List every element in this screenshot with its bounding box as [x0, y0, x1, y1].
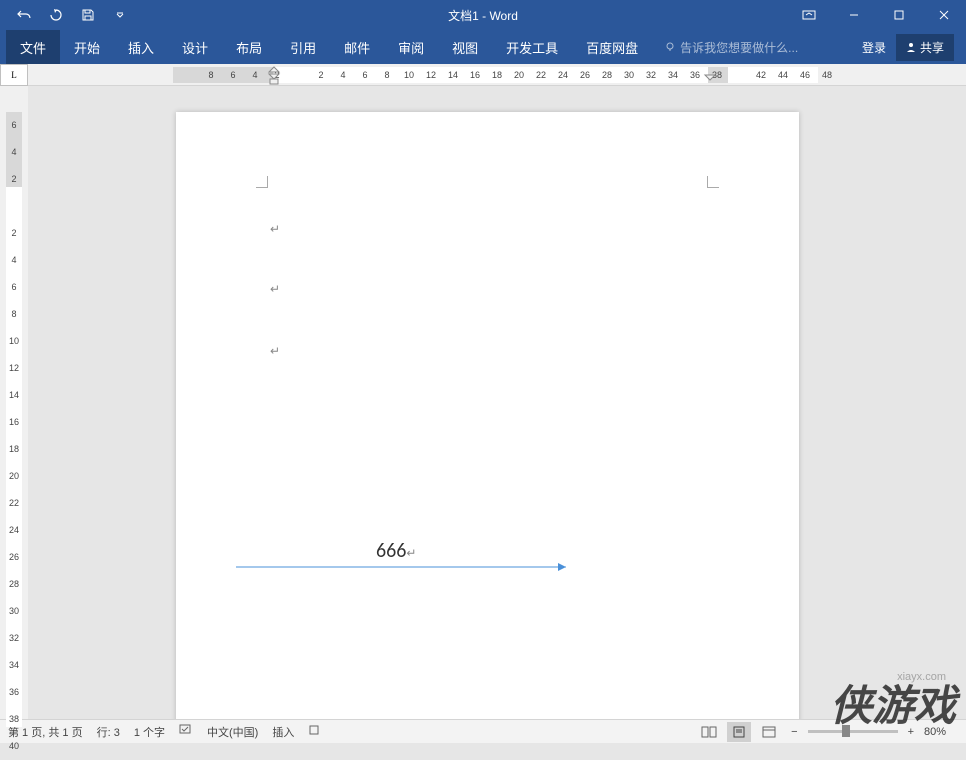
- login-link[interactable]: 登录: [862, 39, 886, 56]
- tab-mailings[interactable]: 邮件: [330, 30, 384, 64]
- tab-design[interactable]: 设计: [168, 30, 222, 64]
- status-macro-icon[interactable]: [308, 724, 320, 739]
- minimize-button[interactable]: [831, 0, 876, 30]
- tab-view[interactable]: 视图: [438, 30, 492, 64]
- ribbon-tabs: 文件 开始 插入 设计 布局 引用 邮件 审阅 视图 开发工具 百度网盘 告诉我…: [0, 30, 966, 64]
- vertical-ruler[interactable]: 642246810121416182022242628303234363840: [0, 86, 28, 719]
- window-controls: [786, 0, 966, 30]
- view-read-mode-button[interactable]: [697, 722, 721, 742]
- zoom-slider[interactable]: [808, 730, 898, 733]
- tab-file[interactable]: 文件: [6, 30, 60, 64]
- margin-corner-tl: [256, 176, 268, 188]
- qat-customize-dropdown[interactable]: [106, 3, 134, 27]
- person-icon: [906, 42, 916, 52]
- zoom-in-button[interactable]: +: [904, 726, 918, 738]
- zoom-slider-thumb[interactable]: [842, 725, 850, 737]
- zoom-level[interactable]: 80%: [924, 726, 958, 738]
- tab-review[interactable]: 审阅: [384, 30, 438, 64]
- close-button[interactable]: [921, 0, 966, 30]
- tell-me-placeholder: 告诉我您想要做什么...: [680, 39, 798, 56]
- status-language[interactable]: 中文(中国): [207, 724, 258, 740]
- margin-corner-tr: [707, 176, 719, 188]
- tab-baidu[interactable]: 百度网盘: [572, 30, 652, 64]
- save-button[interactable]: [74, 3, 102, 27]
- indent-marker-top[interactable]: [268, 64, 280, 86]
- tab-layout[interactable]: 布局: [222, 30, 276, 64]
- tab-insert[interactable]: 插入: [114, 30, 168, 64]
- view-web-layout-button[interactable]: [757, 722, 781, 742]
- paragraph-mark: ↵: [270, 222, 280, 237]
- paragraph-mark: ↵: [270, 344, 280, 359]
- share-label: 共享: [920, 39, 944, 56]
- horizontal-ruler-row: L 86422468101214161820222426283032343638…: [0, 64, 966, 86]
- tab-references[interactable]: 引用: [276, 30, 330, 64]
- tell-me-search[interactable]: 告诉我您想要做什么...: [664, 30, 798, 64]
- maximize-button[interactable]: [876, 0, 921, 30]
- window-title: 文档1 - Word: [448, 7, 518, 24]
- zoom-out-button[interactable]: −: [787, 726, 801, 738]
- horizontal-ruler[interactable]: 8642246810121416182022242628303234363842…: [28, 64, 966, 85]
- tab-home[interactable]: 开始: [60, 30, 114, 64]
- status-proofing-icon[interactable]: [179, 724, 193, 739]
- arrow-shape[interactable]: [236, 562, 576, 564]
- tab-developer[interactable]: 开发工具: [492, 30, 572, 64]
- redo-button[interactable]: [42, 3, 70, 27]
- quick-access-toolbar: [0, 3, 134, 27]
- paragraph-mark: ↵: [270, 282, 280, 297]
- status-words[interactable]: 1 个字: [134, 724, 165, 740]
- share-button[interactable]: 共享: [896, 34, 954, 61]
- title-bar: 文档1 - Word: [0, 0, 966, 30]
- status-bar: 第 1 页, 共 1 页 行: 3 1 个字 中文(中国) 插入 − + 80%: [0, 719, 966, 743]
- ribbon-display-options-button[interactable]: [786, 0, 831, 30]
- page[interactable]: ↵ ↵ ↵ 666↵: [176, 112, 799, 719]
- undo-button[interactable]: [10, 3, 38, 27]
- edit-container: 642246810121416182022242628303234363840 …: [0, 86, 966, 719]
- status-insert-mode[interactable]: 插入: [272, 724, 294, 740]
- status-line[interactable]: 行: 3: [97, 724, 120, 740]
- document-text[interactable]: 666↵: [376, 539, 416, 563]
- indent-marker-right[interactable]: [704, 74, 716, 86]
- tab-selector[interactable]: L: [0, 64, 28, 86]
- document-area[interactable]: ↵ ↵ ↵ 666↵: [28, 86, 966, 719]
- view-print-layout-button[interactable]: [727, 722, 751, 742]
- lightbulb-icon: [664, 41, 676, 53]
